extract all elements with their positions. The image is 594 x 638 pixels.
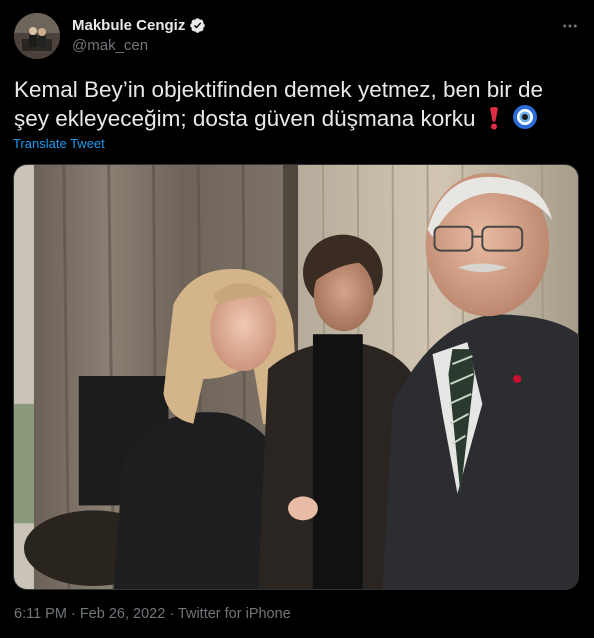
tweet-photo[interactable] xyxy=(13,164,579,590)
translate-tweet-link[interactable]: Translate Tweet xyxy=(13,136,105,151)
tweet-date[interactable]: Feb 26, 2022 xyxy=(80,606,165,622)
author-name-row: Makbule Cengiz xyxy=(72,15,206,35)
tweet-source[interactable]: Twitter for iPhone xyxy=(178,606,291,622)
handle[interactable]: @mak_cen xyxy=(72,37,148,54)
avatar[interactable] xyxy=(14,13,60,59)
nazar-amulet-icon xyxy=(513,105,538,129)
more-options-button[interactable] xyxy=(558,14,582,38)
tweet-text-line: Kemal Bey’in objektifinden demek yetmez,… xyxy=(14,77,544,102)
photo-image xyxy=(14,165,578,589)
verified-badge-icon xyxy=(190,17,206,33)
tweet-text-line: şey ekleyeceğim; dosta güven düşmana kor… xyxy=(14,104,574,133)
avatar-image xyxy=(14,13,60,59)
tweet-time[interactable]: 6:11 PM xyxy=(14,606,67,622)
tweet-text-segment: şey ekleyeceğim; dosta güven düşmana kor… xyxy=(14,106,476,131)
meta-separator: · xyxy=(165,606,178,622)
more-horizontal-icon xyxy=(563,24,577,28)
display-name[interactable]: Makbule Cengiz xyxy=(72,17,185,34)
tweet-meta: 6:11 PM · Feb 26, 2022 · Twitter for iPh… xyxy=(14,606,291,622)
meta-separator: · xyxy=(66,606,80,622)
tweet-text: Kemal Bey’in objektifinden demek yetmez,… xyxy=(14,75,574,133)
heavy-exclamation-icon xyxy=(489,107,498,130)
